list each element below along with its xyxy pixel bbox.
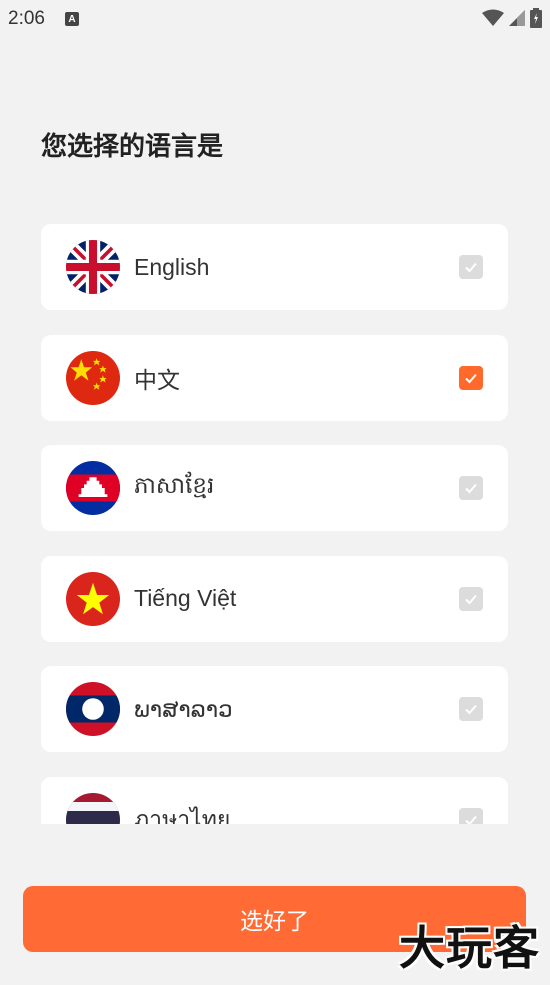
vietnam-flag-icon (66, 571, 120, 626)
language-option-vietnamese[interactable]: Tiếng Việt (41, 555, 508, 642)
language-option-khmer[interactable]: ភាសាខ្មែរ (41, 445, 508, 532)
status-time: 2:06 (8, 8, 45, 29)
laos-flag-icon (66, 682, 120, 737)
checkmark-icon (465, 815, 477, 824)
language-option-thai[interactable]: ภาษาไทย (41, 776, 508, 824)
language-label: English (134, 253, 210, 280)
language-label: ភាសាខ្មែរ (134, 471, 215, 498)
language-list[interactable]: English 中文 ភាសាខ្មែរ Tiếng Việt ພາສາລາວ … (41, 224, 508, 824)
checkbox[interactable] (459, 586, 483, 611)
status-icons (482, 8, 542, 28)
notification-a-icon: A (64, 12, 79, 26)
page-title: 您选择的语言是 (41, 132, 224, 162)
checkbox[interactable] (459, 697, 483, 722)
checkbox[interactable] (459, 807, 483, 824)
uk-flag-icon (66, 240, 120, 294)
language-label: 中文 (134, 366, 180, 393)
wifi-icon (482, 9, 504, 26)
language-label: ภาษาไทย (134, 805, 231, 824)
checkmark-icon (465, 484, 477, 494)
checkbox[interactable] (459, 476, 483, 501)
language-label: ພາສາລາວ (134, 695, 233, 722)
checkbox[interactable] (459, 255, 483, 279)
checkbox-checked[interactable] (459, 365, 483, 390)
cambodia-flag-icon (66, 461, 120, 516)
checkmark-icon (465, 373, 477, 384)
watermark-logo: 大玩客 (399, 921, 540, 975)
language-option-lao[interactable]: ພາສາລາວ (41, 666, 508, 753)
china-flag-icon (66, 350, 120, 405)
battery-icon (530, 8, 542, 28)
checkmark-icon (465, 262, 477, 273)
language-label: Tiếng Việt (134, 585, 237, 612)
checkmark-icon (465, 705, 477, 715)
checkmark-icon (465, 594, 477, 605)
status-bar: 2:06 A (0, 0, 550, 38)
thailand-flag-icon (66, 792, 120, 824)
cellular-signal-icon (509, 10, 525, 26)
language-option-chinese[interactable]: 中文 (41, 334, 508, 421)
language-option-english[interactable]: English (41, 224, 508, 310)
